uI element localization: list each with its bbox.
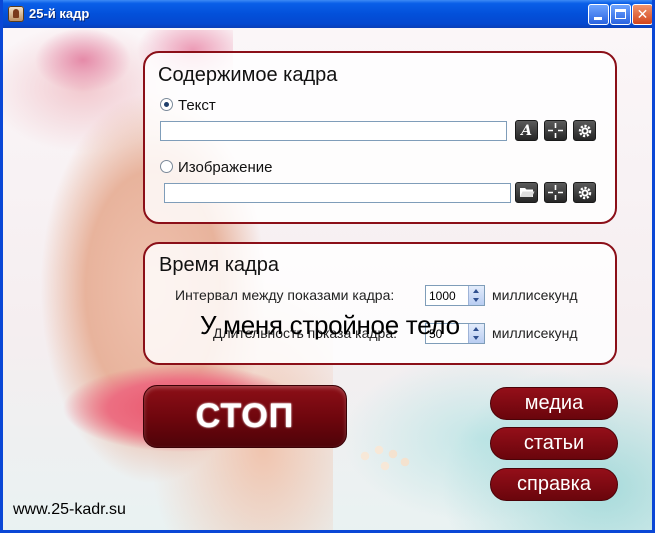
duration-spin-arrows-icon[interactable] <box>468 324 484 343</box>
maximize-icon <box>615 9 626 19</box>
font-button[interactable]: A <box>515 120 538 141</box>
app-icon[interactable] <box>8 6 24 22</box>
image-path-input[interactable] <box>164 183 511 203</box>
close-icon: ✕ <box>636 6 649 22</box>
articles-button[interactable]: статьи <box>490 427 618 460</box>
maximize-button[interactable] <box>610 4 631 25</box>
text-radio[interactable] <box>160 98 173 111</box>
frame-content-title: Содержимое кадра <box>158 64 338 86</box>
frame-time-panel: Время кадра Интервал между показами кадр… <box>143 242 617 365</box>
stop-button[interactable]: СТОП <box>143 385 347 448</box>
text-input[interactable] <box>160 121 507 141</box>
minimize-icon <box>594 17 602 20</box>
background-bracelet <box>355 436 415 476</box>
frame-content-panel: Содержимое кадра Текст A Изображение <box>143 51 617 224</box>
image-option[interactable]: Изображение <box>160 159 273 176</box>
interval-unit: миллисекунд <box>492 287 578 303</box>
image-settings-button[interactable] <box>573 182 596 203</box>
app-window: 25-й кадр ✕ Содержимое кадра Текст A Изо… <box>0 0 655 533</box>
help-button[interactable]: справка <box>490 468 618 501</box>
close-button[interactable]: ✕ <box>632 4 652 25</box>
font-icon: A <box>521 123 532 139</box>
crosshair-icon <box>548 185 563 200</box>
text-option[interactable]: Текст <box>160 97 216 114</box>
client-area: Содержимое кадра Текст A Изображение Вре… <box>3 28 652 530</box>
text-settings-button[interactable] <box>573 120 596 141</box>
folder-icon <box>520 188 535 197</box>
window-title: 25-й кадр <box>29 6 90 21</box>
media-button[interactable]: медиа <box>490 387 618 420</box>
gear-icon <box>578 124 592 138</box>
interval-label: Интервал между показами кадра: <box>175 287 395 303</box>
minimize-button[interactable] <box>588 4 609 25</box>
title-bar[interactable]: 25-й кадр ✕ <box>3 0 652 28</box>
frame-preview-text: У меня стройное тело <box>200 310 460 340</box>
interval-value: 1000 <box>429 289 456 303</box>
interval-spinner[interactable]: 1000 <box>425 285 485 306</box>
interval-spin-arrows-icon[interactable] <box>468 286 484 305</box>
image-radio[interactable] <box>160 160 173 173</box>
text-option-label: Текст <box>178 97 216 114</box>
open-image-button[interactable] <box>515 182 538 203</box>
frame-time-title: Время кадра <box>159 254 279 276</box>
crosshair-icon <box>548 123 563 138</box>
image-position-button[interactable] <box>544 182 567 203</box>
image-option-label: Изображение <box>178 159 273 176</box>
duration-unit: миллисекунд <box>492 325 578 341</box>
text-position-button[interactable] <box>544 120 567 141</box>
gear-icon <box>578 186 592 200</box>
website-link[interactable]: www.25-kadr.su <box>13 501 126 519</box>
